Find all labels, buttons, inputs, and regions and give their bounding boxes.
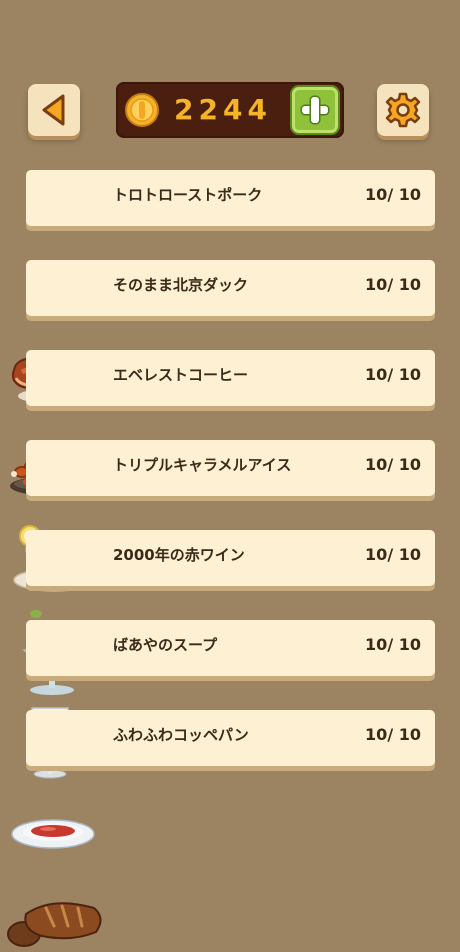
list-item[interactable]: エベレストコーヒー 10/ 10	[26, 350, 435, 412]
dish-name: 2000年の赤ワイン	[113, 546, 245, 564]
triangle-left-icon	[42, 94, 65, 126]
list-item[interactable]: ふわふわコッペパン 10/ 10	[26, 710, 435, 772]
back-button[interactable]	[28, 84, 80, 136]
dish-name: ふわふわコッペパン	[113, 726, 249, 744]
coin-panel: 2244	[116, 82, 344, 138]
dish-count: 10/ 10	[365, 455, 421, 474]
list-item[interactable]: そのまま北京ダック 10/ 10	[26, 260, 435, 322]
dish-count: 10/ 10	[365, 365, 421, 384]
top-bar: 2244	[0, 0, 460, 150]
dish-count: 10/ 10	[365, 185, 421, 204]
add-coins-button[interactable]	[292, 87, 338, 133]
bread-icon	[7, 902, 102, 947]
dish-name: トリプルキャラメルアイス	[113, 456, 292, 474]
dish-name: エベレストコーヒー	[113, 366, 249, 384]
gear-icon	[385, 92, 421, 128]
list-item[interactable]: トロトローストポーク 10/ 10	[26, 170, 435, 232]
dish-name: トロトローストポーク	[113, 186, 263, 204]
soup-bowl-icon	[11, 819, 95, 849]
list-item[interactable]: 2000年の赤ワイン 10/ 10	[26, 530, 435, 592]
list-item[interactable]: トリプルキャラメルアイス 10/ 10	[26, 440, 435, 502]
settings-button[interactable]	[377, 84, 429, 136]
list-item[interactable]: ばあやのスープ 10/ 10	[26, 620, 435, 682]
coin-icon	[125, 93, 159, 127]
dish-name: そのまま北京ダック	[113, 276, 249, 294]
dish-count: 10/ 10	[365, 725, 421, 744]
dish-count: 10/ 10	[365, 275, 421, 294]
dish-count: 10/ 10	[365, 635, 421, 654]
dish-name: ばあやのスープ	[113, 636, 218, 654]
dish-count: 10/ 10	[365, 545, 421, 564]
